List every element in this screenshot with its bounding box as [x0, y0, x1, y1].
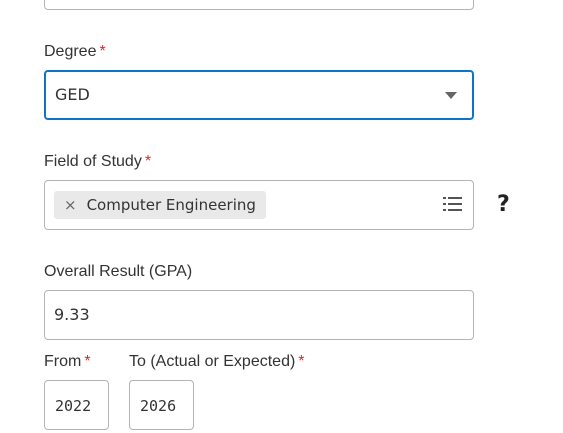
from-year-value: 2022	[55, 397, 92, 415]
field-of-study-required-mark: *	[144, 153, 152, 170]
degree-select[interactable]: GED	[44, 70, 474, 120]
gpa-input-value: 9.33	[54, 305, 90, 324]
degree-label: Degree *	[44, 42, 106, 62]
help-icon[interactable]: ?	[497, 192, 510, 218]
from-label-text: From	[44, 353, 82, 370]
field-of-study-label-text: Field of Study	[44, 153, 142, 170]
gpa-input[interactable]: 9.33	[44, 290, 474, 340]
selected-chip: × Computer Engineering	[54, 191, 266, 219]
degree-label-text: Degree	[44, 43, 97, 60]
degree-select-value: GED	[55, 85, 90, 104]
from-label: From *	[44, 352, 91, 372]
to-label: To (Actual or Expected) *	[129, 352, 305, 372]
from-required-mark: *	[84, 353, 91, 370]
field-of-study-label: Field of Study *	[44, 152, 151, 172]
to-year-input[interactable]: 2026	[129, 380, 194, 430]
field-of-study-input[interactable]: × Computer Engineering	[44, 180, 474, 230]
degree-required-mark: *	[99, 43, 106, 60]
from-year-input[interactable]: 2022	[44, 380, 109, 430]
caret-down-icon	[445, 92, 457, 99]
gpa-label: Overall Result (GPA)	[44, 263, 193, 280]
to-label-text: To (Actual or Expected)	[129, 353, 296, 370]
list-icon[interactable]	[443, 196, 463, 212]
previous-field-input[interactable]	[44, 0, 474, 10]
to-year-value: 2026	[140, 397, 177, 415]
chip-remove-icon[interactable]: ×	[64, 196, 77, 214]
chip-label: Computer Engineering	[86, 196, 256, 214]
to-required-mark: *	[298, 353, 305, 370]
